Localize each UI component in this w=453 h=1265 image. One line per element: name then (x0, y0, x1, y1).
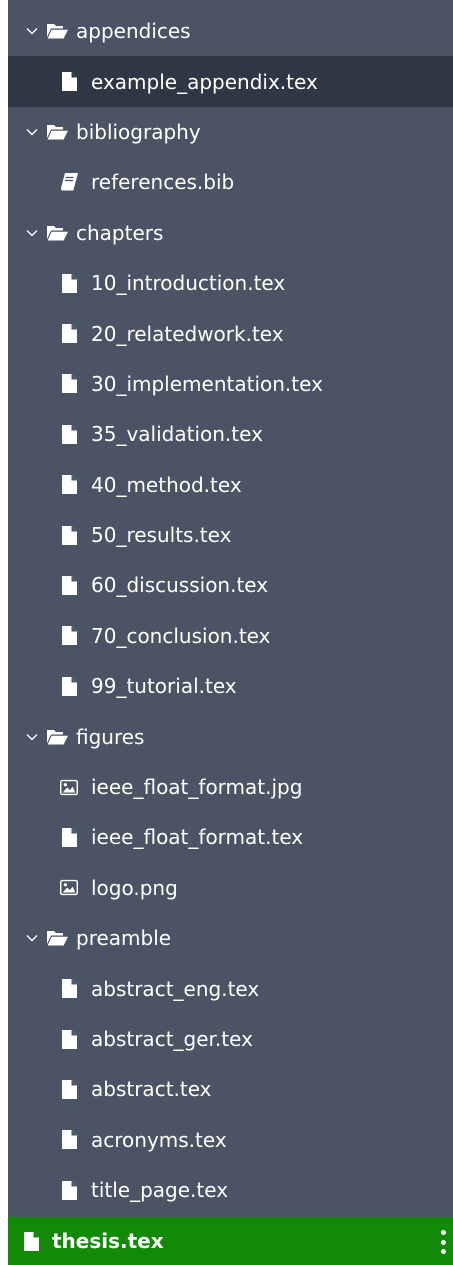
file-icon (60, 424, 78, 444)
folder-row[interactable]: appendices (8, 6, 453, 56)
chevron-down-icon[interactable] (24, 23, 40, 39)
file-icon (60, 1180, 78, 1200)
folder-label: bibliography (76, 119, 201, 144)
file-icon (60, 1029, 78, 1049)
file-row[interactable]: 20_relatedwork.tex (8, 308, 453, 358)
file-label: example_appendix.tex (91, 69, 318, 94)
main-file-label: thesis.tex (52, 1229, 164, 1253)
file-icon (60, 626, 78, 646)
file-icon (60, 273, 78, 293)
file-row[interactable]: abstract_ger.tex (8, 1014, 453, 1064)
file-row[interactable]: 40_method.tex (8, 460, 453, 510)
file-label: 30_implementation.tex (91, 371, 323, 396)
file-label: 50_results.tex (91, 523, 232, 548)
file-label: 99_tutorial.tex (91, 674, 237, 699)
file-tree-panel: appendices example_appendix.tex bibliograp… (8, 0, 453, 1265)
file-row[interactable]: title_page.tex (8, 1165, 453, 1215)
file-icon (60, 72, 78, 92)
file-row[interactable]: references.bib (8, 157, 453, 207)
folder-open-icon (46, 22, 68, 40)
chevron-down-icon[interactable] (24, 225, 40, 241)
image-icon (60, 777, 78, 797)
folder-open-icon (46, 728, 68, 746)
folder-label: appendices (76, 19, 191, 44)
file-icon (60, 676, 78, 696)
file-row[interactable]: 60_discussion.tex (8, 560, 453, 610)
file-row[interactable]: example_appendix.tex (8, 56, 453, 107)
folder-row[interactable]: bibliography (8, 107, 453, 157)
file-label: 35_validation.tex (91, 422, 263, 447)
file-label: 40_method.tex (91, 472, 242, 497)
file-row[interactable]: abstract.tex (8, 1064, 453, 1114)
file-row[interactable]: 35_validation.tex (8, 409, 453, 459)
file-row[interactable]: 99_tutorial.tex (8, 661, 453, 711)
file-icon (60, 1130, 78, 1150)
folder-label: chapters (76, 220, 164, 245)
file-label: 60_discussion.tex (91, 573, 269, 598)
file-label: references.bib (91, 170, 235, 195)
file-label: acronyms.tex (91, 1127, 227, 1152)
folder-open-icon (46, 123, 68, 141)
file-label: 10_introduction.tex (91, 271, 286, 296)
file-row[interactable]: 50_results.tex (8, 510, 453, 560)
file-row[interactable]: ieee_float_format.jpg (8, 762, 453, 812)
folder-label: figures (76, 724, 145, 749)
file-label: ieee_float_format.tex (91, 825, 304, 850)
file-icon (60, 525, 78, 545)
folder-row[interactable]: chapters (8, 208, 453, 258)
folder-row[interactable]: preamble (8, 913, 453, 963)
file-row[interactable]: ieee_float_format.tex (8, 812, 453, 862)
file-label: abstract.tex (91, 1077, 212, 1102)
file-tree: appendices example_appendix.tex bibliograp… (8, 6, 453, 1215)
folder-open-icon (46, 224, 68, 242)
main-file-row[interactable]: thesis.tex (8, 1217, 453, 1265)
file-icon (60, 1079, 78, 1099)
file-label: abstract_ger.tex (91, 1027, 253, 1051)
folder-row[interactable]: figures (8, 711, 453, 761)
file-icon (60, 374, 78, 394)
file-row[interactable]: logo.png (8, 863, 453, 913)
kebab-menu-icon[interactable] (439, 1230, 447, 1254)
file-icon (60, 575, 78, 595)
file-row[interactable]: 10_introduction.tex (8, 258, 453, 308)
file-icon (22, 1231, 40, 1251)
file-label: 70_conclusion.tex (91, 623, 271, 648)
folder-open-icon (46, 929, 68, 947)
file-label: ieee_float_format.jpg (91, 775, 303, 800)
file-label: logo.png (91, 875, 178, 900)
file-row[interactable]: acronyms.tex (8, 1115, 453, 1165)
file-icon (60, 324, 78, 344)
chevron-down-icon[interactable] (24, 124, 40, 140)
book-icon (60, 172, 78, 192)
file-icon (60, 979, 78, 999)
chevron-down-icon[interactable] (24, 729, 40, 745)
file-icon (60, 475, 78, 495)
file-label: abstract_eng.tex (91, 976, 260, 1001)
file-label: 20_relatedwork.tex (91, 321, 284, 346)
file-row[interactable]: 70_conclusion.tex (8, 611, 453, 661)
file-label: title_page.tex (91, 1178, 229, 1203)
folder-label: preamble (76, 926, 172, 951)
chevron-down-icon[interactable] (24, 930, 40, 946)
file-row[interactable]: abstract_eng.tex (8, 963, 453, 1013)
file-row[interactable]: 30_implementation.tex (8, 359, 453, 409)
file-icon (60, 827, 78, 847)
image-icon (60, 878, 78, 898)
